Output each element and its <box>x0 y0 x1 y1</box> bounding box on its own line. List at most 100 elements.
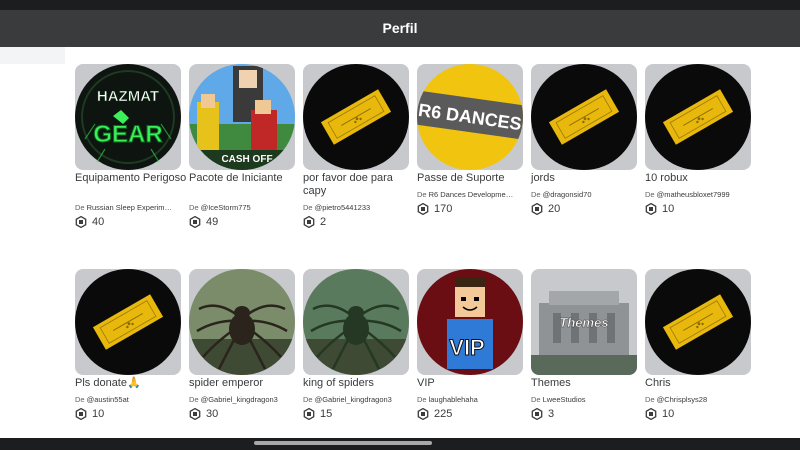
price-value: 10 <box>662 203 675 215</box>
svg-text:GEAR: GEAR <box>93 121 162 148</box>
creator-name[interactable]: @pietro5441233 <box>315 203 371 212</box>
creator-name[interactable]: @Chrisplsys28 <box>657 395 708 404</box>
price-value: 40 <box>92 216 105 228</box>
pass-card[interactable]: HAZMAT GEAR Equipamento Perigoso De Russia… <box>75 64 186 234</box>
pass-card[interactable]: Themes Themes De LweeStudios 3 <box>531 269 639 439</box>
price-value: 20 <box>548 203 561 215</box>
pass-price: 3 <box>531 407 554 421</box>
pass-thumbnail[interactable]: VIP <box>417 269 523 375</box>
pass-name[interactable]: spider emperor <box>189 377 301 390</box>
system-nav-bar <box>0 438 800 450</box>
robux-icon <box>417 203 434 215</box>
pass-card[interactable]: por favor doe para capy De @pietro5441233 2 <box>303 64 411 234</box>
pass-card[interactable]: Pls donate🙏 De @austin55at 10 <box>75 269 183 439</box>
pass-price: 40 <box>75 215 104 229</box>
price-value: 49 <box>206 216 219 228</box>
pass-thumbnail[interactable] <box>189 269 295 375</box>
top-bar: Perfil <box>0 10 800 47</box>
robux-icon <box>645 203 662 215</box>
creator-name[interactable]: R6 Dances Developme… <box>429 190 514 199</box>
pass-card[interactable]: CASH OFF Pacote de Iniciante De @IceStorm7… <box>189 64 297 234</box>
price-value: 10 <box>662 408 675 420</box>
price-value: 3 <box>548 408 555 420</box>
pass-card[interactable]: Chris De @Chrisplsys28 10 <box>645 269 753 439</box>
pass-price: 20 <box>531 202 560 216</box>
creator-prefix: De <box>531 395 541 404</box>
svg-text:HAZMAT: HAZMAT <box>97 88 159 105</box>
creator-name[interactable]: LweeStudios <box>543 395 586 404</box>
page-title: Perfil <box>382 20 418 36</box>
creator-prefix: De <box>189 395 199 404</box>
pass-creator[interactable]: De @IceStorm775 <box>189 203 297 212</box>
pass-name[interactable]: Pls donate🙏 <box>75 377 187 390</box>
pass-name[interactable]: Chris <box>645 377 757 390</box>
side-tab[interactable] <box>0 47 65 64</box>
pass-name[interactable]: por favor doe para capy <box>303 172 415 198</box>
robux-icon <box>645 408 662 420</box>
robux-icon <box>531 203 548 215</box>
creator-prefix: De <box>417 190 427 199</box>
pass-creator[interactable]: De @Gabriel_kingdragon3 <box>303 395 411 404</box>
pass-thumbnail[interactable] <box>531 64 637 170</box>
pass-card[interactable]: jords De @dragonsid70 20 <box>531 64 639 234</box>
pass-name[interactable]: Themes <box>531 377 643 390</box>
robux-icon <box>303 408 320 420</box>
pass-creator[interactable]: De @pietro5441233 <box>303 203 411 212</box>
creator-prefix: De <box>75 203 85 212</box>
pass-price: 10 <box>645 202 674 216</box>
svg-text:VIP: VIP <box>449 335 484 360</box>
pass-thumbnail[interactable] <box>75 269 181 375</box>
pass-name[interactable]: Pacote de Iniciante <box>189 172 301 185</box>
pass-name[interactable]: Equipamento Perigoso <box>75 172 187 185</box>
creator-name[interactable]: @dragonsid70 <box>543 190 592 199</box>
pass-card[interactable]: king of spiders De @Gabriel_kingdragon3 15 <box>303 269 411 439</box>
pass-creator[interactable]: De @dragonsid70 <box>531 190 639 199</box>
pass-name[interactable]: VIP <box>417 377 529 390</box>
pass-creator[interactable]: De @Chrisplsys28 <box>645 395 753 404</box>
pass-price: 170 <box>417 202 452 216</box>
pass-creator[interactable]: De LweeStudios <box>531 395 639 404</box>
pass-name[interactable]: king of spiders <box>303 377 415 390</box>
pass-creator[interactable]: De laughablehaha <box>417 395 525 404</box>
creator-name[interactable]: @Gabriel_kingdragon3 <box>201 395 278 404</box>
creator-prefix: De <box>303 203 313 212</box>
pass-thumbnail[interactable] <box>645 64 751 170</box>
creator-name[interactable]: @austin55at <box>87 395 129 404</box>
pass-card[interactable]: spider emperor De @Gabriel_kingdragon3 30 <box>189 269 297 439</box>
pass-card[interactable]: VIP VIP De laughablehaha 225 <box>417 269 525 439</box>
pass-creator[interactable]: De R6 Dances Developme… <box>417 190 525 199</box>
pass-card[interactable]: R6 DANCES Passe de Suporte De R6 Dances De… <box>417 64 525 234</box>
robux-icon <box>531 408 548 420</box>
svg-text:CASH OFF: CASH OFF <box>221 154 272 165</box>
pass-creator[interactable]: De Russian Sleep Experim… <box>75 203 183 212</box>
price-value: 170 <box>434 203 453 215</box>
pass-creator[interactable]: De @austin55at <box>75 395 183 404</box>
price-value: 10 <box>92 408 105 420</box>
pass-price: 10 <box>645 407 674 421</box>
creator-name[interactable]: @IceStorm775 <box>201 203 251 212</box>
pass-creator[interactable]: De @Gabriel_kingdragon3 <box>189 395 297 404</box>
creator-name[interactable]: Russian Sleep Experim… <box>87 203 172 212</box>
pass-price: 2 <box>303 215 326 229</box>
pass-thumbnail[interactable] <box>645 269 751 375</box>
creator-name[interactable]: @matheusbloxet7999 <box>657 190 730 199</box>
pass-name[interactable]: jords <box>531 172 643 185</box>
creator-name[interactable]: @Gabriel_kingdragon3 <box>315 395 392 404</box>
pass-thumbnail[interactable]: CASH OFF <box>189 64 295 170</box>
pass-thumbnail[interactable]: Themes <box>531 269 637 375</box>
pass-name[interactable]: 10 robux <box>645 172 757 185</box>
svg-text:Themes: Themes <box>559 315 608 330</box>
pass-thumbnail[interactable]: HAZMAT GEAR <box>75 64 181 170</box>
price-value: 30 <box>206 408 219 420</box>
pass-price: 225 <box>417 407 452 421</box>
creator-prefix: De <box>417 395 427 404</box>
creator-name[interactable]: laughablehaha <box>429 395 478 404</box>
pass-creator[interactable]: De @matheusbloxet7999 <box>645 190 753 199</box>
robux-icon <box>303 216 320 228</box>
pass-card[interactable]: 10 robux De @matheusbloxet7999 10 <box>645 64 753 234</box>
pass-thumbnail[interactable] <box>303 64 409 170</box>
home-indicator[interactable] <box>254 441 432 445</box>
pass-name[interactable]: Passe de Suporte <box>417 172 529 185</box>
pass-thumbnail[interactable]: R6 DANCES <box>417 64 523 170</box>
pass-thumbnail[interactable] <box>303 269 409 375</box>
